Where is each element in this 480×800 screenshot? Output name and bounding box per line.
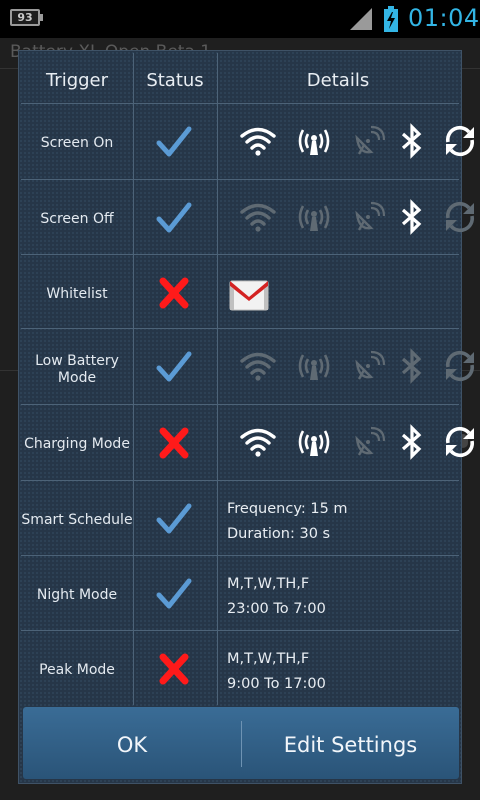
check-icon[interactable] (155, 125, 193, 159)
battery-badge-icon: 93 (10, 9, 43, 26)
header-trigger: Trigger (45, 70, 109, 91)
wifi-icon (239, 347, 277, 385)
trigger-table: Trigger Status Details Screen On Screen O… (21, 51, 475, 707)
cross-icon[interactable] (155, 276, 193, 310)
gps-icon (349, 198, 387, 236)
table-row: Low Battery Mode (21, 328, 475, 405)
trigger-label: Night Mode (36, 587, 118, 603)
gps-icon (349, 347, 387, 385)
trigger-label: Low Battery Mode (21, 353, 133, 387)
check-icon[interactable] (155, 577, 193, 611)
trigger-label: Screen On (40, 135, 114, 151)
sync-icon (441, 122, 479, 160)
clock: 01:04 (408, 4, 480, 32)
status-dialog: Trigger Status Details Screen On Screen O… (18, 50, 475, 784)
signal-icon (350, 8, 372, 30)
trigger-label-line: Low Battery (35, 353, 119, 369)
trigger-label: Whitelist (46, 286, 108, 302)
details-icons (229, 122, 475, 160)
trigger-label-line: Mode (57, 370, 97, 386)
data-icon (295, 347, 333, 385)
bluetooth-icon (393, 122, 431, 160)
header-details: Details (306, 70, 370, 91)
bluetooth-icon (393, 347, 431, 385)
details-icons (229, 347, 475, 385)
table-row: Peak Mode M,T,W,TH,F 9:00 To 17:00 (21, 630, 459, 707)
header-status: Status (146, 70, 204, 91)
status-bar: 93 01:04 (0, 0, 480, 38)
sync-icon (441, 347, 479, 385)
table-row: Night Mode M,T,W,TH,F 23:00 To 7:00 (21, 555, 459, 632)
details-icons (229, 423, 475, 461)
table-row: Screen Off (21, 179, 475, 256)
battery-charging-icon (384, 6, 398, 32)
details-line: Duration: 30 s (227, 526, 331, 542)
check-icon[interactable] (155, 350, 193, 384)
wifi-icon (239, 122, 277, 160)
cross-icon[interactable] (155, 426, 193, 460)
sync-icon (441, 198, 479, 236)
ok-button[interactable]: OK (23, 707, 241, 779)
gmail-icon (229, 277, 269, 317)
details-line: 23:00 To 7:00 (227, 601, 326, 617)
details-line: M,T,W,TH,F (227, 651, 310, 667)
table-row: Whitelist (21, 254, 459, 331)
check-icon[interactable] (155, 502, 193, 536)
bluetooth-icon (393, 198, 431, 236)
details-line: Frequency: 15 m (227, 501, 348, 517)
details-text: Frequency: 15 m Duration: 30 s (227, 497, 348, 547)
cross-icon[interactable] (155, 652, 193, 686)
wifi-icon (239, 198, 277, 236)
details-icons (229, 198, 475, 236)
trigger-label: Smart Schedule (21, 512, 133, 528)
details-line: M,T,W,TH,F (227, 576, 310, 592)
gps-icon (349, 122, 387, 160)
data-icon (295, 122, 333, 160)
bluetooth-icon (393, 423, 431, 461)
table-row: Screen On (21, 103, 475, 180)
details-text: M,T,W,TH,F 9:00 To 17:00 (227, 647, 326, 697)
check-icon[interactable] (155, 201, 193, 235)
sync-icon (441, 423, 479, 461)
details-text: M,T,W,TH,F 23:00 To 7:00 (227, 572, 326, 622)
details-line: 9:00 To 17:00 (227, 676, 326, 692)
dialog-button-bar: OK Edit Settings (23, 707, 459, 779)
table-row: Smart Schedule Frequency: 15 m Duration: 3… (21, 480, 459, 557)
gps-icon (349, 423, 387, 461)
trigger-label: Charging Mode (24, 436, 130, 452)
data-icon (295, 198, 333, 236)
data-icon (295, 423, 333, 461)
battery-level: 93 (17, 11, 33, 24)
edit-settings-button[interactable]: Edit Settings (242, 707, 459, 779)
table-row: Charging Mode (21, 404, 475, 481)
trigger-label: Peak Mode (39, 662, 115, 678)
trigger-label: Screen Off (40, 211, 114, 227)
wifi-icon (239, 423, 277, 461)
